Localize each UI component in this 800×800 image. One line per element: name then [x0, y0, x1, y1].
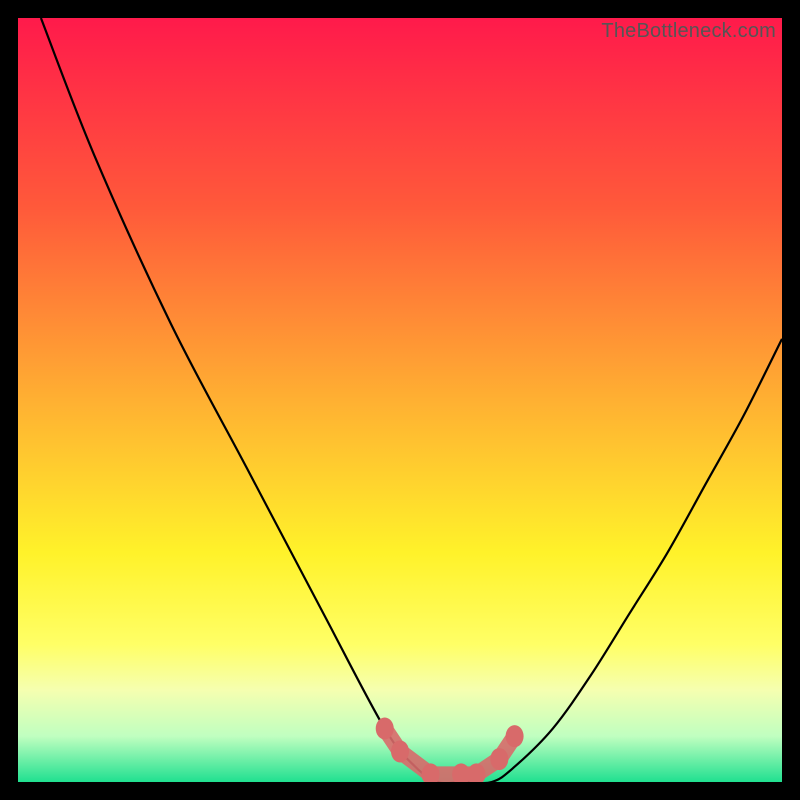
chart-frame: TheBottleneck.com — [18, 18, 782, 782]
watermark-text: TheBottleneck.com — [601, 20, 776, 43]
chart-background-gradient — [18, 18, 782, 782]
